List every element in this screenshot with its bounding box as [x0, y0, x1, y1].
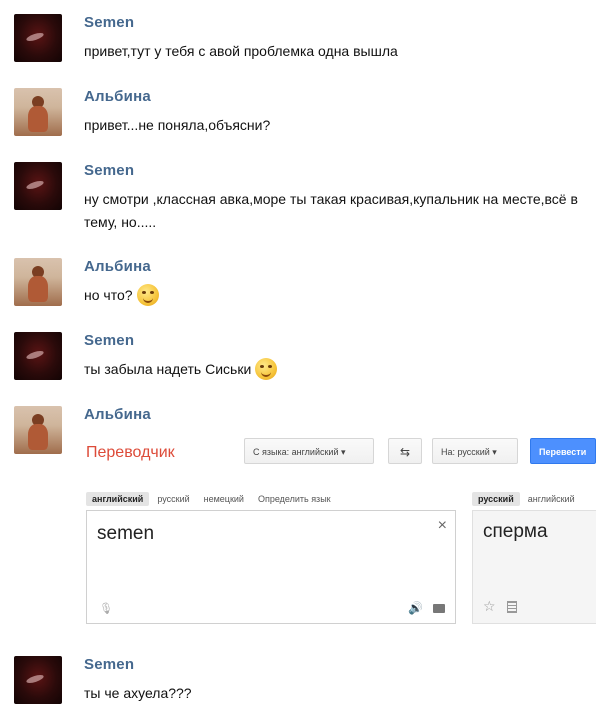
avatar[interactable] — [14, 88, 62, 136]
author-name[interactable]: Альбина — [84, 88, 151, 105]
tab-english[interactable]: английский — [86, 492, 150, 506]
message-text: но что? — [84, 284, 584, 307]
translation-result-box: сперма ☆ — [472, 510, 596, 624]
avatar[interactable] — [14, 332, 62, 380]
smile-smiley-icon — [255, 358, 278, 380]
message-text: привет,тут у тебя с авой проблемка одна … — [84, 43, 398, 59]
message-text: ты забыла надеть Сиськи — [84, 358, 584, 381]
source-text-box[interactable]: semen × 🎙 🔊 — [86, 510, 456, 624]
document-icon[interactable] — [507, 601, 517, 613]
clear-icon[interactable]: × — [438, 517, 447, 535]
source-language-tabs: английский русский немецкий Определить язык — [86, 492, 339, 506]
source-language-button[interactable]: С языка: английский ▾ — [244, 438, 374, 464]
swap-arrows-icon[interactable]: ⇆ — [388, 438, 422, 464]
message-text: привет...не поняла,объясни? — [84, 117, 271, 133]
tab-russian[interactable]: русский — [472, 492, 520, 506]
star-icon[interactable]: ☆ — [483, 598, 496, 615]
avatar[interactable] — [14, 656, 62, 704]
author-name[interactable]: Semen — [84, 162, 134, 179]
translator-screenshot: Переводчик С языка: английский ▾ ⇆ На: р… — [86, 436, 596, 636]
message-text: ты че ахуела??? — [84, 685, 192, 701]
author-name[interactable]: Semen — [84, 656, 134, 673]
author-name[interactable]: Альбина — [84, 258, 151, 275]
avatar[interactable] — [14, 406, 62, 454]
author-name[interactable]: Semen — [84, 14, 134, 31]
target-language-tabs: русский английский — [472, 492, 596, 506]
message-text-content: ты забыла надеть Сиськи — [84, 361, 252, 377]
message-text: ну смотри ,классная авка,море ты такая к… — [84, 191, 578, 230]
tab-detect-language[interactable]: Определить язык — [252, 492, 337, 506]
author-name[interactable]: Semen — [84, 332, 134, 349]
message-text-content: но что? — [84, 287, 133, 303]
translate-button[interactable]: Перевести — [530, 438, 596, 464]
avatar[interactable] — [14, 162, 62, 210]
source-text[interactable]: semen — [97, 523, 154, 545]
wink-smiley-icon — [136, 284, 159, 306]
avatar[interactable] — [14, 258, 62, 306]
speaker-icon[interactable]: 🔊 — [408, 601, 423, 615]
tab-english[interactable]: английский — [522, 492, 581, 506]
tab-russian[interactable]: русский — [151, 492, 195, 506]
tab-german[interactable]: немецкий — [198, 492, 250, 506]
translated-text: сперма — [483, 521, 548, 542]
avatar[interactable] — [14, 14, 62, 62]
keyboard-icon[interactable] — [433, 604, 445, 613]
microphone-icon[interactable]: 🎙 — [99, 602, 113, 615]
translator-title: Переводчик — [86, 444, 175, 461]
target-language-button[interactable]: На: русский ▾ — [432, 438, 518, 464]
author-name[interactable]: Альбина — [84, 406, 151, 423]
